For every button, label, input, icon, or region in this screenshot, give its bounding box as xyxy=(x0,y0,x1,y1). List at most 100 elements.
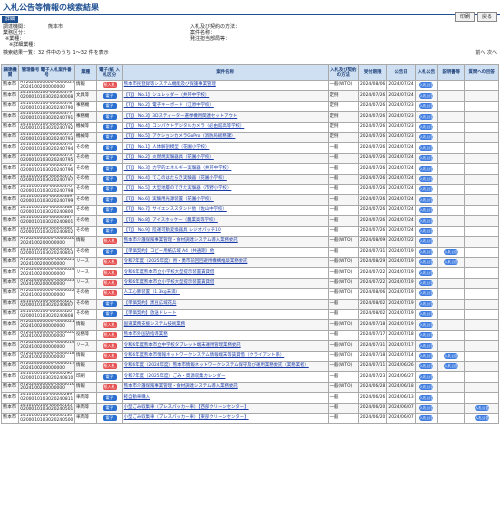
case-name-link[interactable]: 【TJ】 No.7】サイエンススタンド他（佐山中学校） xyxy=(124,207,227,212)
case-name-link[interactable]: 小型ごみ収集車（プレスパッカー車）【東部クリーンセンター】 xyxy=(124,415,249,420)
case-name-link[interactable]: 令和7年度（2025年度）用・勇市前回回避用機構推敲業務委託 xyxy=(124,259,248,264)
notice-doc-icon[interactable]: 入札公告 xyxy=(419,248,434,255)
docs-cell xyxy=(437,402,466,415)
notice-doc-icon[interactable]: 入札公告 xyxy=(419,332,434,339)
name-cell: 令和6年度熊本市情報ネットワークシステム情報端末等賃貸借（クライアント系） xyxy=(121,350,329,362)
answers-cell xyxy=(464,267,499,279)
notice-doc-icon[interactable]: 入札公告 xyxy=(419,352,434,359)
notice-doc-icon[interactable]: 入札公告 xyxy=(419,165,434,172)
case-name-link[interactable]: 【TJ】 No.3】力学的エネルギー実験器（井芹中学校） xyxy=(124,166,232,171)
notice-doc-icon[interactable]: 入札公告 xyxy=(419,290,434,297)
deadline-cell: 2024/07/26 xyxy=(357,225,388,238)
case-name-link[interactable]: 令和6年度熊本市立小学校大型提示装置賃貸借 xyxy=(124,270,215,275)
docs-cell xyxy=(437,184,466,196)
notice-doc-icon[interactable]: 入札公告 xyxy=(419,176,434,182)
case-name-link[interactable]: 令和6年度熊本市立小学校大型提示装置賃貸借 xyxy=(124,280,215,285)
notice-doc-icon[interactable]: 入札公告 xyxy=(419,259,434,266)
case-name-link[interactable]: 令和6年度熊本市情報ネットワークシステム情報端末等賃貸借（クライアント系） xyxy=(124,353,285,358)
case-name-link[interactable]: 【TJ】 No.8】アイスホッケー（農業高等学校） xyxy=(124,218,218,223)
date-cell: 2024/07/19 xyxy=(386,267,416,279)
notice-doc-icon[interactable]: 入札公告 xyxy=(419,384,434,391)
notice-doc-icon[interactable]: 入札公告 xyxy=(419,217,434,224)
notice-doc-icon[interactable]: 入札公告 xyxy=(419,123,434,130)
notice-doc-icon[interactable]: 入札公告 xyxy=(419,113,434,120)
notice-doc-icon[interactable]: 入札公告 xyxy=(419,103,434,110)
back-button[interactable]: 戻る xyxy=(476,12,497,22)
notice-doc-icon[interactable]: 入札公告 xyxy=(419,134,434,141)
table-row: 熊本市 2410100100-00000373 020001010302024079… xyxy=(0,152,499,165)
case-name-link[interactable]: 熊本市介護保険事業管理・食材調達システム導入業務委託 xyxy=(124,238,238,244)
case-name-link[interactable]: 熊本市介護保険事業管理・食材調達システム導入業務委託 xyxy=(124,384,238,389)
answers-icon[interactable]: 入札公告 xyxy=(474,404,489,411)
answers-cell xyxy=(464,288,499,300)
notice-doc-icon[interactable]: 入札公告 xyxy=(419,311,434,318)
deadline-cell: 2024/07/26 xyxy=(357,184,388,196)
notice-cell: 入札公告 xyxy=(414,121,439,134)
pager[interactable]: 前へ 次へ xyxy=(475,50,497,56)
name-cell: 【TJ】 No.5】アクションカメラGoPro（消防局総務課） xyxy=(121,132,329,144)
notice-doc-icon[interactable]: 入札公告 xyxy=(419,415,434,422)
case-name-link[interactable]: 令和6年度熊本市立中学校タブレット端末運用管理業務委託 xyxy=(124,343,241,348)
notice-doc-icon[interactable]: 入札公告 xyxy=(419,300,434,307)
deadline-cell: 2024/07/31 xyxy=(357,246,388,258)
case-name-link[interactable]: 軽自動車購入 xyxy=(124,395,150,400)
case-name-link[interactable]: 熊本市外国語指導業務 xyxy=(124,332,168,337)
case-name-link[interactable]: 国道業務支援システム技術業務 xyxy=(124,322,185,327)
notice-doc-icon[interactable]: 入札公告 xyxy=(419,144,434,151)
notice-doc-icon[interactable]: 入札公告 xyxy=(419,394,434,401)
case-name-link[interactable]: 【TJ】 No.2】電子キーボード（江原中学校） xyxy=(124,103,214,108)
notice-cell: 入札公告 xyxy=(414,360,439,373)
notice-doc-icon[interactable]: 入札公告 xyxy=(419,238,434,245)
mode-badge: 電子 xyxy=(102,228,117,235)
notice-doc-icon[interactable]: 入札公告 xyxy=(419,342,434,349)
deadline-cell: 2024/07/26 xyxy=(357,132,388,144)
docs-icon[interactable]: 入札公告 xyxy=(444,259,459,266)
case-name-link[interactable]: 令和6年度（2024年度）熊本市情報ネットワークシステム保守及び運用業務委託（業… xyxy=(124,363,309,368)
notice-doc-icon[interactable]: 入札公告 xyxy=(419,269,434,276)
docs-icon[interactable]: 入札公告 xyxy=(444,248,459,255)
case-name-link[interactable]: 【TJ】 No.3】3Dスティーター選挙機用関連セットアウト xyxy=(124,114,238,119)
notice-doc-icon[interactable]: 入札公告 xyxy=(419,186,434,193)
notice-doc-icon[interactable]: 入札公告 xyxy=(419,321,434,328)
mode-badge: 電子 xyxy=(102,155,117,162)
notice-doc-icon[interactable]: 入札公告 xyxy=(419,373,434,380)
case-name-link[interactable]: 熊本市民登録等システム機能及び保護事業管理 xyxy=(124,82,216,87)
notice-doc-icon[interactable]: 入札公告 xyxy=(419,155,434,162)
docs-icon[interactable]: 入札公告 xyxy=(444,363,459,370)
notice-doc-icon[interactable]: 入札公告 xyxy=(419,280,434,287)
notice-doc-icon[interactable]: 入札公告 xyxy=(419,92,434,99)
method-cell: 一般 xyxy=(327,298,359,310)
notice-doc-icon[interactable]: 入札公告 xyxy=(419,404,434,411)
case-name-link[interactable]: 【単価契約】黒豆広域花兵 xyxy=(124,301,177,306)
type-cell: リース xyxy=(74,277,98,290)
page-title: 入札公告等情報の検索結果 xyxy=(3,2,99,12)
case-name-link[interactable]: 【TJ】 No.5】大型地層のできた実験器（市野小学校） xyxy=(124,186,232,192)
print-button[interactable]: 印刷 xyxy=(454,12,475,22)
case-name-link[interactable]: 人工心肺装置（1.3kg未満） xyxy=(124,290,180,296)
case-name-link[interactable]: 【TJ】 No.4】てこのはたらき実験器（花園小学校） xyxy=(124,176,227,181)
col-type-header: 業種 xyxy=(74,64,98,81)
mode-badge: 電子 xyxy=(102,404,117,411)
notice-cell: 入札公告 xyxy=(414,79,439,92)
notice-doc-icon[interactable]: 入札公告 xyxy=(419,228,434,235)
case-name-link[interactable]: 【TJ】 No.6】実験用光源装置（花園小学校） xyxy=(124,197,214,202)
case-name-link[interactable]: 【TJ】 No.1】シュレッダー（井芹中学校） xyxy=(124,93,210,98)
name-cell: 熊本市介護保険事業管理・食材調達システム導入業務委託 xyxy=(121,381,329,394)
case-name-link[interactable]: 令和7年度（2025年度）ごみ・資源収集カレンダー xyxy=(124,374,226,379)
case-name-link[interactable]: 【TJ】 No.9】陸運可動変換器具 レジオパッチ10 xyxy=(124,228,221,233)
notice-doc-icon[interactable]: 入札公告 xyxy=(419,207,434,214)
case-name-link[interactable]: 【TJ】 No.5】アクションカメラGoPro（消防局総務課） xyxy=(124,134,236,140)
case-name-link[interactable]: 【単価契約】コピー用紙広域 A4（共通期）他 xyxy=(124,249,215,254)
case-name-link[interactable]: 小型ごみ収集車（プレスパッカー車）【西部クリーンセンター】 xyxy=(124,405,249,410)
notice-doc-icon[interactable]: 入札公告 xyxy=(419,363,434,370)
ids-cell: 2410100100-00000366 0200010103020240802 xyxy=(18,225,76,238)
case-name-link[interactable]: 【単価契約】放送ドレート xyxy=(124,311,177,316)
notice-doc-icon[interactable]: 入札公告 xyxy=(419,82,434,89)
docs-icon[interactable]: 入札公告 xyxy=(444,352,459,359)
case-name-link[interactable]: 【TJ】 No.1】人体解剖模型（花園小学校） xyxy=(124,145,210,150)
case-name-link[interactable]: 【TJ】 No.4】コンパクトデジタルカメラ（必由館高等学校） xyxy=(124,124,245,129)
date-cell: 2024/07/24 xyxy=(386,142,416,154)
answers-icon[interactable]: 入札公告 xyxy=(474,415,489,422)
case-name-link[interactable]: 【TJ】 No.2】炎燃焼実験器具（花園小学校） xyxy=(124,155,214,160)
notice-doc-icon[interactable]: 入札公告 xyxy=(419,196,434,203)
